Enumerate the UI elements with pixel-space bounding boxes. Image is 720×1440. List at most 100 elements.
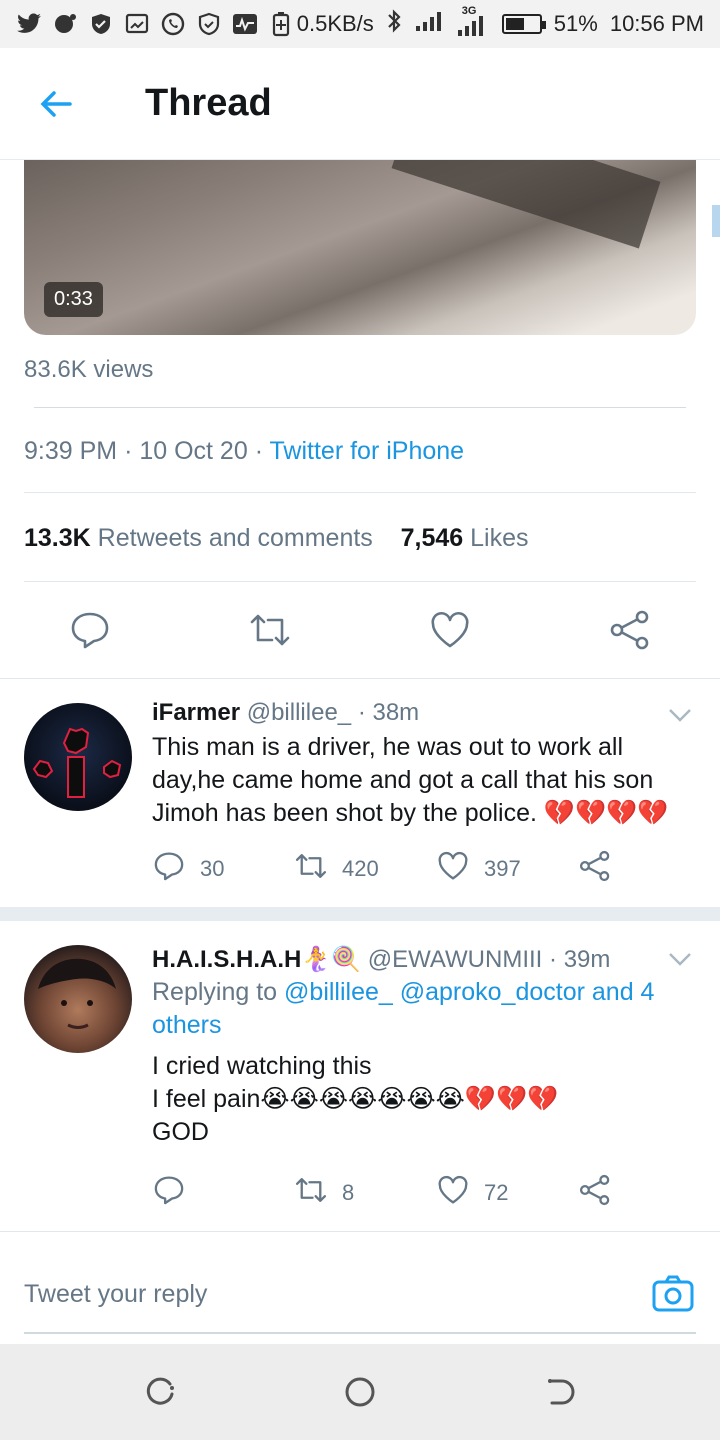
like-button[interactable]: 72: [436, 1173, 508, 1213]
home-icon[interactable]: [342, 1374, 378, 1410]
tweet-stats: 13.3K Retweets and comments 7,546 Likes: [24, 524, 528, 553]
display-name[interactable]: iFarmer: [152, 699, 240, 726]
handle[interactable]: @billilee_: [247, 699, 351, 726]
reply-icon[interactable]: [68, 608, 112, 652]
retweet-button[interactable]: 420: [294, 849, 379, 889]
retweet-count: 420: [342, 856, 379, 881]
reply-icon: [152, 1173, 186, 1213]
avatar[interactable]: [24, 945, 132, 1053]
share-button[interactable]: [578, 1173, 612, 1213]
retweets-count: 13.3K: [24, 524, 91, 552]
recent-apps-icon[interactable]: [142, 1374, 178, 1410]
reply-header: iFarmer @billilee_ · 38m: [152, 699, 696, 727]
share-icon: [578, 849, 612, 889]
meta-separator: ·: [254, 437, 270, 465]
tweet-meta: 9:39 PM · 10 Oct 20 · Twitter for iPhone: [24, 437, 464, 466]
likes-count: 7,546: [400, 524, 464, 552]
reply-text-line: I cried watching this: [152, 1052, 372, 1080]
chevron-down-icon[interactable]: [668, 707, 692, 723]
share-icon[interactable]: [608, 608, 652, 652]
twitter-icon: [16, 11, 42, 37]
camera-icon[interactable]: [652, 1274, 694, 1312]
cast-icon: [124, 11, 150, 37]
reply-text-line: I feel pain😭😭😭😭😭😭😭💔💔💔: [152, 1085, 559, 1113]
retweets-stat[interactable]: 13.3K Retweets and comments: [24, 524, 373, 552]
like-count: 72: [484, 1180, 509, 1205]
reply-header: H.A.I.S.H.A.H🧜‍♀️🍭 @EWAWUNMIII · 39m: [152, 945, 696, 974]
tweet-date: 10 Oct 20: [139, 437, 248, 465]
app-header: Thread: [0, 48, 720, 160]
replying-to: Replying to @billilee_ @aproko_doctor an…: [152, 976, 696, 1042]
battery-fill: [505, 18, 524, 30]
status-bar: 0.5KB/s 3G 51% 10:56 PM: [0, 0, 720, 48]
replying-prefix: Replying to: [152, 978, 278, 1006]
likes-label: Likes: [470, 524, 529, 552]
like-count: 397: [484, 856, 521, 881]
retweet-icon[interactable]: [248, 608, 292, 652]
meta-separator: ·: [124, 437, 140, 465]
reply-input[interactable]: Tweet your reply: [24, 1280, 207, 1309]
like-icon[interactable]: [428, 608, 472, 652]
video-duration: 0:33: [44, 282, 103, 317]
divider: [0, 1231, 720, 1232]
shield-icon: [196, 11, 222, 37]
back-icon[interactable]: [542, 1374, 578, 1410]
reply-body: iFarmer @billilee_ · 38m This man is a d…: [152, 699, 696, 830]
reply-tweet[interactable]: iFarmer @billilee_ · 38m This man is a d…: [0, 679, 720, 907]
retweet-icon: [294, 849, 328, 889]
scrollbar[interactable]: [712, 205, 720, 237]
bluetooth-icon: [386, 8, 402, 40]
time-separator: ·: [549, 946, 564, 973]
retweet-count: 8: [342, 1180, 355, 1205]
retweets-label: Retweets and comments: [97, 524, 373, 552]
likes-stat[interactable]: 7,546 Likes: [401, 524, 529, 552]
input-underline: [24, 1332, 696, 1334]
back-arrow-icon[interactable]: [36, 84, 76, 124]
notification-icons: [16, 11, 294, 37]
thread-separator: [0, 907, 720, 921]
like-button[interactable]: 397: [436, 849, 521, 889]
retweet-button[interactable]: 8: [294, 1173, 354, 1213]
display-name[interactable]: H.A.I.S.H.A.H🧜‍♀️🍭: [152, 946, 361, 973]
reply-count: 30: [200, 856, 225, 881]
network-speed: 0.5KB/s: [296, 11, 374, 36]
whatsapp-icon: [160, 11, 186, 37]
reply-text-line: GOD: [152, 1118, 209, 1146]
like-icon: [436, 849, 470, 889]
reply-button[interactable]: 30: [152, 849, 224, 889]
reply-action-bar: 8 72: [152, 1173, 652, 1213]
share-icon: [578, 1173, 612, 1213]
like-icon: [436, 1173, 470, 1213]
battery-icon: [501, 14, 546, 34]
system-nav-bar: [0, 1344, 720, 1440]
share-button[interactable]: [578, 849, 612, 889]
divider: [24, 581, 696, 582]
shield-check-icon: [88, 11, 114, 37]
view-count: 83.6K views: [24, 356, 154, 383]
chevron-down-icon[interactable]: [668, 951, 692, 967]
time-separator: ·: [357, 699, 373, 726]
signal-3g-icon: 3G: [456, 5, 490, 37]
handle[interactable]: @EWAWUNMIII: [368, 946, 543, 973]
retweet-icon: [294, 1173, 328, 1213]
chat-bubble-icon: [52, 11, 78, 37]
avatar[interactable]: [24, 703, 132, 811]
divider: [24, 492, 696, 493]
video-frame-shadow: [391, 160, 661, 249]
reply-tweet[interactable]: H.A.I.S.H.A.H🧜‍♀️🍭 @EWAWUNMIII · 39m Rep…: [0, 921, 720, 1231]
battery-percent: 51%: [553, 11, 598, 36]
reply-text: I cried watching this I feel pain😭😭😭😭😭😭😭…: [152, 1050, 696, 1149]
clock: 10:56 PM: [609, 11, 704, 36]
reply-text: This man is a driver, he was out to work…: [152, 733, 669, 827]
page-title: Thread: [145, 82, 272, 124]
reply-action-bar: 30 420 397: [152, 849, 652, 889]
reply-composer: Tweet your reply: [0, 1244, 720, 1344]
video-thumbnail[interactable]: 0:33: [24, 160, 696, 335]
tweet-time: 9:39 PM: [24, 437, 118, 465]
reply-icon: [152, 849, 186, 889]
reply-body: H.A.I.S.H.A.H🧜‍♀️🍭 @EWAWUNMIII · 39m Rep…: [152, 945, 696, 1149]
tweet-source-link[interactable]: Twitter for iPhone: [270, 437, 465, 465]
reply-button[interactable]: [152, 1173, 186, 1213]
battery-saver-icon: [268, 11, 294, 37]
signal-icon: [414, 10, 444, 38]
